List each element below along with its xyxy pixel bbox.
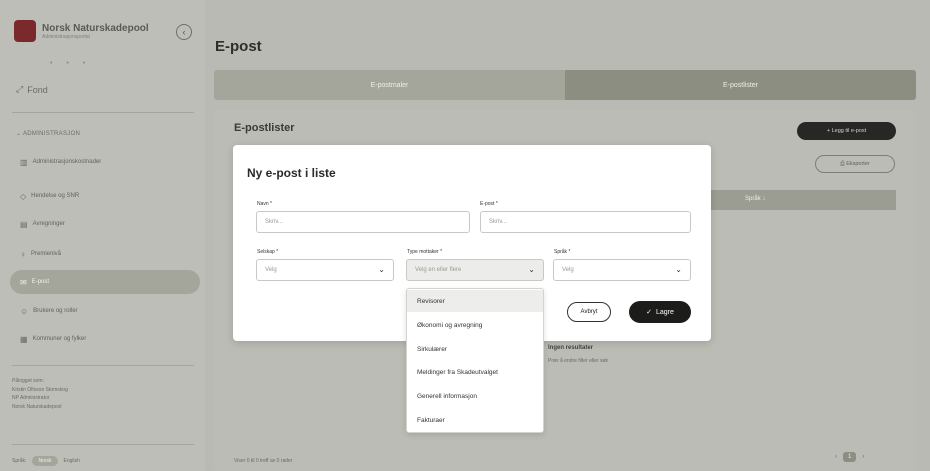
logged-in-info: Pålogget som: Kristin Olfsson Stomskog N… xyxy=(12,377,68,411)
company-label: Selskap * xyxy=(257,249,279,255)
section-label: ADMINISTRASJON xyxy=(22,131,81,137)
dropdown-option[interactable]: Generell informasjon xyxy=(407,385,543,407)
pagination: ‹ 1 › xyxy=(835,452,864,462)
check-icon: ✓ xyxy=(646,309,652,316)
prev-page-button[interactable]: ‹ xyxy=(835,454,837,460)
brand[interactable]: Norsk Naturskadepool Administrasjonsport… xyxy=(14,20,149,42)
dropdown-option[interactable]: Meldinger fra Skadeutvalget xyxy=(407,361,543,383)
dropdown-option[interactable]: Revisorer xyxy=(407,290,543,312)
sidebar-item-label: Administrasjonskostnader xyxy=(32,159,102,165)
sidebar-item-kommuner[interactable]: ▦ Kommuner og fylker xyxy=(10,327,200,351)
document-icon: ▤ xyxy=(20,219,28,229)
name-input[interactable]: Skriv... xyxy=(256,211,470,233)
sidebar-item-epost[interactable]: ✉ E-post xyxy=(10,270,200,294)
sidebar-item-label: Hendelse og SNR xyxy=(31,193,80,199)
trophy-icon: ♀ xyxy=(20,249,26,259)
sidebar-item-premieniva[interactable]: ♀ Premienivå xyxy=(10,242,200,266)
no-results-text: Prøv å endre filter eller søk xyxy=(548,358,609,364)
sidebar-item-administrasjonskostnader[interactable]: ▥ Administrasjonskostnader xyxy=(10,150,200,174)
dropdown-option[interactable]: Sirkulærer xyxy=(407,338,543,360)
export-button[interactable]: ⎙ Eksporter xyxy=(815,155,895,173)
type-dropdown-menu: Revisorer Økonomi og avregning Sirkulære… xyxy=(406,288,544,433)
company-select-value: Velg xyxy=(265,267,277,273)
chevron-down-icon: ⌄ xyxy=(528,265,535,274)
cancel-button[interactable]: Avbryt xyxy=(567,302,611,322)
language-label: Språk: xyxy=(12,458,27,464)
user-name: Kristin Olfsson Stomskog xyxy=(12,386,68,393)
logged-in-label: Pålogget som: xyxy=(12,378,44,384)
tab-epostlister[interactable]: E-postlister xyxy=(565,70,916,100)
user-org: Norsk Naturskadepool xyxy=(12,403,62,410)
save-button[interactable]: ✓ Lagre xyxy=(629,301,691,323)
email-input[interactable]: Skriv... xyxy=(480,211,691,233)
sidebar-item-brukere[interactable]: ☺ Brukere og roller xyxy=(10,299,200,323)
save-label: Lagre xyxy=(655,308,674,316)
language-select-label: Språk * xyxy=(554,249,571,255)
add-email-button[interactable]: + Legg til e-post xyxy=(797,122,896,140)
chevron-down-icon: ⌄ xyxy=(378,265,385,274)
brand-name: Norsk Naturskadepool xyxy=(42,22,149,34)
mail-icon: ✉ xyxy=(20,277,27,287)
tab-bar: E-postmaler E-postlister xyxy=(214,70,916,100)
dropdown-option[interactable]: Økonomi og avregning xyxy=(407,314,543,336)
modal-title: Ny e-post i liste xyxy=(247,166,336,180)
collapse-sidebar-button[interactable]: ‹ xyxy=(176,24,192,40)
no-results-title: Ingen resultater xyxy=(548,345,594,351)
sidebar-item-label: Fond xyxy=(27,84,48,95)
sidebar-item-label: Brukere og roller xyxy=(33,308,78,314)
sidebar-item-avregninger[interactable]: ▤ Avregninger xyxy=(10,212,200,236)
brand-text: Norsk Naturskadepool Administrasjonsport… xyxy=(42,23,149,40)
sidebar-item-hendelse[interactable]: ◇ Hendelse og SNR xyxy=(10,184,200,208)
card-title: E-postlister xyxy=(234,122,295,134)
sidebar-item-fond[interactable]: ⤢ Fond xyxy=(16,84,48,95)
type-label: Type mottaker * xyxy=(407,249,443,255)
row-count: Viser 0 til 0 treff av 0 rader xyxy=(234,458,293,464)
type-select-value: Velg en eller flere xyxy=(415,267,462,273)
sidebar-item-label: E-post xyxy=(31,279,50,285)
type-select[interactable]: Velg en eller flere ⌄ xyxy=(406,259,544,281)
language-switch: Språk: Norsk English xyxy=(12,456,80,466)
diamond-icon: ◇ xyxy=(20,191,27,201)
column-header-sprak[interactable]: Språk ↓ xyxy=(745,196,765,202)
name-label: Navn * xyxy=(257,201,273,207)
language-select[interactable]: Velg ⌄ xyxy=(553,259,691,281)
tab-epostmaler[interactable]: E-postmaler xyxy=(214,70,565,100)
sidebar-divider xyxy=(12,365,194,366)
language-english-button[interactable]: English xyxy=(64,458,80,464)
page-1-button[interactable]: 1 xyxy=(843,452,857,462)
sidebar-item-label: Premienivå xyxy=(31,251,62,257)
chevron-down-icon: ⌄ xyxy=(675,265,682,274)
users-icon: ☺ xyxy=(20,306,29,316)
email-label: E-post * xyxy=(480,201,498,207)
language-select-value: Velg xyxy=(562,267,574,273)
sidebar-divider xyxy=(12,112,194,113)
language-norsk-button[interactable]: Norsk xyxy=(32,456,58,466)
sidebar-item-label: Avregninger xyxy=(32,221,65,227)
sidebar-section-admin[interactable]: ⌄ ADMINISTRASJON xyxy=(16,130,80,137)
table-icon: ▥ xyxy=(20,157,28,167)
sidebar-item-label: Kommuner og fylker xyxy=(32,336,87,342)
page-title: E-post xyxy=(215,38,262,55)
brand-subtitle: Administrasjonsportal xyxy=(42,33,90,40)
brand-logo xyxy=(14,20,36,42)
brand-dots: • • • xyxy=(50,60,92,67)
dropdown-option[interactable]: Fakturaer xyxy=(407,409,543,431)
company-select[interactable]: Velg ⌄ xyxy=(256,259,394,281)
grid-icon: ▦ xyxy=(20,334,28,344)
user-role: NP Administrator xyxy=(12,395,50,401)
sidebar-divider xyxy=(12,444,194,445)
chart-icon: ⤢ xyxy=(16,84,24,94)
export-label: Eksporter xyxy=(846,161,870,167)
next-page-button[interactable]: › xyxy=(862,454,864,460)
